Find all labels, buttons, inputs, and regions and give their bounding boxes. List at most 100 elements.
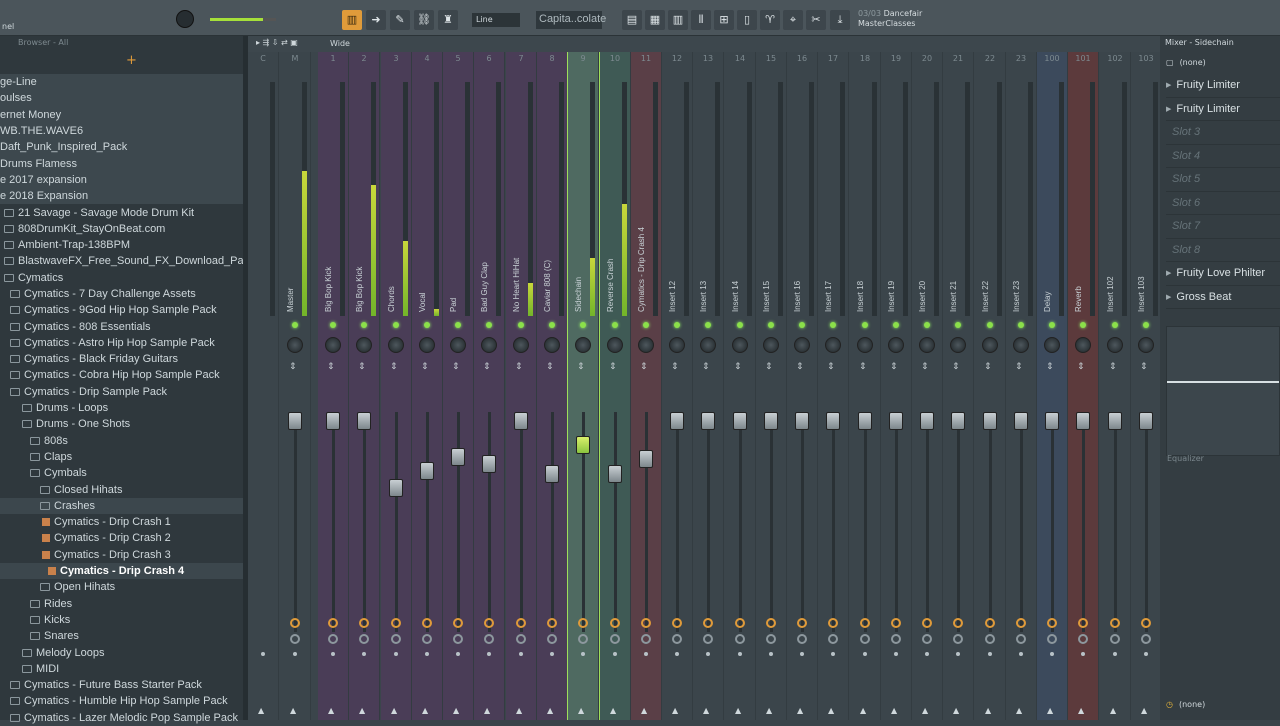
volume-fader[interactable] [420,462,434,481]
stereo-separation-icon[interactable]: ⇕ [827,362,835,372]
master-volume-knob[interactable] [176,10,194,28]
route-arrow[interactable]: ▲ [1078,706,1084,715]
browser-item[interactable]: Cymatics - Future Bass Starter Pack [0,677,243,693]
browser-item[interactable]: Daft_Punk_Inspired_Pack [0,139,243,156]
send-knob[interactable] [453,618,463,628]
route-dot[interactable] [550,652,554,656]
pan-knob[interactable] [325,337,341,353]
route-dot[interactable] [581,652,585,656]
stereo-separation-icon[interactable]: ⇕ [289,362,297,372]
mixer-tools-icon[interactable]: ▸ ⇶ ⇩ ⇄ ▣ [256,38,298,47]
download-icon[interactable]: ⤓ [830,10,850,30]
mixer-strip[interactable]: 17 Insert 17 ⇕ ▲ [818,52,849,720]
route-dot[interactable] [1144,652,1148,656]
stereo-knob[interactable] [797,634,807,644]
mixer-strip[interactable]: 11 Cymatics - Drip Crash 4 ⇕ ▲ [631,52,662,720]
stereo-knob[interactable] [985,634,995,644]
browser-item[interactable]: Cymatics - 808 Essentials [0,318,243,334]
route-dot[interactable] [456,652,460,656]
mixer-strip[interactable]: 102 Insert 102 ⇕ ▲ [1100,52,1131,720]
fx-slot[interactable]: ▶ Fruity Limiter [1166,98,1280,121]
browser-item[interactable]: Cymatics - Drip Crash 3 [0,547,243,563]
stereo-separation-icon[interactable]: ⇕ [452,362,460,372]
playlist-icon[interactable]: ▤ [622,10,642,30]
stereo-knob[interactable] [1047,634,1057,644]
browser-item[interactable]: WB.THE.WAVE6 [0,122,243,140]
send-knob[interactable] [641,618,651,628]
browser-item[interactable]: Open Hihats [0,579,243,595]
route-dot[interactable] [956,652,960,656]
stereo-mode[interactable]: Wide [330,39,350,48]
browser-item[interactable]: Closed Hihats [0,481,243,497]
mixer-strip[interactable]: 3 Chords ⇕ ▲ [381,52,412,720]
browser-item[interactable]: Drums Flamess [0,155,243,172]
mixer-strip[interactable]: 100 Delay ⇕ ▲ [1037,52,1068,720]
fx-slot[interactable]: ▶ Gross Beat [1166,286,1280,309]
mixer-icon[interactable]: ⫴ [691,10,711,30]
fx-slot[interactable]: Slot 8 [1166,239,1280,262]
browser-item[interactable]: Snares [0,628,243,644]
mixer-strip[interactable]: 13 Insert 13 ⇕ ▲ [693,52,724,720]
browser-item[interactable]: 21 Savage - Savage Mode Drum Kit [0,204,243,220]
stereo-knob[interactable] [359,634,369,644]
stereo-knob[interactable] [516,634,526,644]
mixer-strip[interactable]: 5 Pad ⇕ ▲ [443,52,474,720]
browser-item[interactable]: MIDI [0,661,243,677]
stereo-separation-icon[interactable]: ⇕ [1140,362,1148,372]
mixer-strip[interactable]: 7 No Heart HiHat ⇕ ▲ [506,52,537,720]
mixer-strip[interactable]: 2 Big Bop Kick ⇕ ▲ [349,52,380,720]
mixer-strip[interactable]: 10 Reverse Crash ⇕ ▲ [600,52,631,720]
stereo-separation-icon[interactable]: ⇕ [546,362,554,372]
send-knob[interactable] [516,618,526,628]
stereo-separation-icon[interactable]: ⇕ [984,362,992,372]
brush-icon[interactable]: ✎ [390,10,410,30]
route-dot[interactable] [1019,652,1023,656]
stereo-knob[interactable] [735,634,745,644]
route-arrow[interactable]: ▲ [953,706,959,715]
route-dot[interactable] [362,652,366,656]
volume-fader[interactable] [670,412,684,430]
stereo-knob[interactable] [547,634,557,644]
stereo-separation-icon[interactable]: ⇕ [765,362,773,372]
mute-led[interactable] [292,322,298,328]
pan-knob[interactable] [857,337,873,353]
route-dot[interactable] [738,652,742,656]
send-knob[interactable] [766,618,776,628]
stereo-knob[interactable] [922,634,932,644]
route-arrow[interactable]: ▲ [891,706,897,715]
mixer-strip[interactable]: 6 Bad Guy Clap ⇕ ▲ [474,52,505,720]
plugin-icon[interactable]: ♈ [760,10,780,30]
send-knob[interactable] [860,618,870,628]
stereo-knob[interactable] [484,634,494,644]
pan-knob[interactable] [607,337,623,353]
mute-led[interactable] [705,322,711,328]
volume-fader[interactable] [1014,412,1028,430]
mute-led[interactable] [1080,322,1086,328]
stereo-separation-icon[interactable]: ⇕ [390,362,398,372]
route-dot[interactable] [831,652,835,656]
route-arrow[interactable]: ▲ [578,706,584,715]
volume-fader[interactable] [545,464,559,483]
pan-knob[interactable] [513,337,529,353]
volume-fader[interactable] [608,464,622,483]
mute-led[interactable] [549,322,555,328]
mixer-strip[interactable]: 14 Insert 14 ⇕ ▲ [725,52,756,720]
send-knob[interactable] [797,618,807,628]
browser-item[interactable]: 808s [0,433,243,449]
browser-item[interactable]: oulses [0,90,243,107]
send-knob[interactable] [290,618,300,628]
browser-item[interactable]: Rides [0,596,243,612]
route-arrow[interactable]: ▲ [422,706,428,715]
browser-item[interactable]: 808DrumKit_StayOnBeat.com [0,221,243,237]
browser-item[interactable]: Ambient-Trap-138BPM [0,237,243,253]
mute-led[interactable] [799,322,805,328]
route-dot[interactable] [613,652,617,656]
mute-led[interactable] [674,322,680,328]
browser-item[interactable]: e 2017 expansion [0,171,243,189]
mixer-strip[interactable]: 21 Insert 21 ⇕ ▲ [943,52,974,720]
stereo-separation-icon[interactable]: ⇕ [515,362,523,372]
output-select[interactable]: ◷ (none) [1166,700,1205,709]
stereo-knob[interactable] [891,634,901,644]
pan-knob[interactable] [700,337,716,353]
route-dot[interactable] [988,652,992,656]
